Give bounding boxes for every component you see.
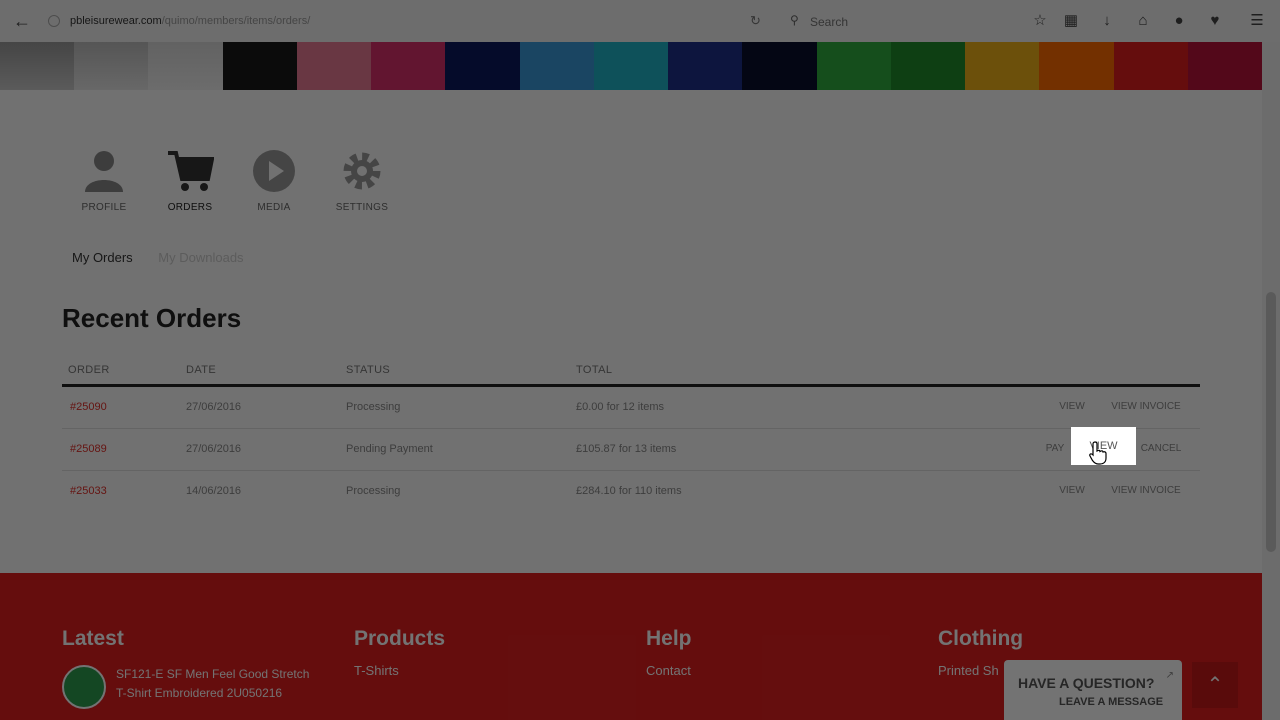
table-row: #25089 27/06/2016 Pending Payment £105.8… [62, 429, 1200, 471]
footer-link-tshirts[interactable]: T-Shirts [354, 663, 445, 678]
pay-order-button[interactable]: PAY [1040, 435, 1070, 463]
chevron-up-icon: ⌃ [1206, 674, 1224, 696]
home-icon[interactable]: ⌂ [1134, 12, 1152, 30]
cancel-order-button[interactable]: CANCEL [1136, 435, 1186, 463]
column-header-order: ORDER [68, 364, 110, 376]
footer-latest: Latest SF121-E SF Men Feel Good Stretch … [62, 627, 316, 709]
orders-subnav: My Orders My Downloads [72, 250, 266, 265]
order-number-link[interactable]: #25089 [70, 443, 107, 455]
page-title: Recent Orders [62, 303, 242, 333]
orders-table: ORDER DATE STATUS TOTAL #25090 27/06/201… [62, 354, 1200, 512]
order-date: 27/06/2016 [186, 443, 242, 455]
reload-icon[interactable]: ↻ [750, 13, 761, 29]
view-order-button[interactable]: VIEW [1054, 477, 1090, 505]
column-header-status: STATUS [346, 364, 391, 376]
table-row: #25033 14/06/2016 Processing £284.10 for… [62, 471, 1200, 512]
latest-product-title: SF121-E SF Men Feel Good Stretch T-Shirt… [116, 667, 310, 700]
footer-heading: Help [646, 627, 692, 650]
column-header-total: TOTAL [576, 364, 613, 376]
order-date: 27/06/2016 [186, 401, 242, 413]
nav-settings[interactable]: SETTINGS [332, 148, 392, 213]
nav-media[interactable]: MEDIA [244, 148, 304, 213]
footer-heading: Clothing [938, 627, 1024, 650]
view-invoice-button[interactable]: VIEW INVOICE [1106, 393, 1186, 421]
hand-cursor-icon [1089, 441, 1107, 470]
view-order-button[interactable]: VIEW [1054, 393, 1090, 421]
back-to-top-button[interactable]: ⌃ [1192, 662, 1238, 708]
order-status: Processing [346, 401, 401, 413]
order-number-link[interactable]: #25090 [70, 401, 107, 413]
download-icon[interactable]: ↓ [1098, 12, 1116, 30]
product-thumbnail [62, 665, 106, 709]
nav-label: MEDIA [257, 202, 291, 213]
table-row: #25090 27/06/2016 Processing £0.00 for 1… [62, 387, 1200, 429]
fabric-banner [0, 42, 1262, 90]
latest-product[interactable]: SF121-E SF Men Feel Good Stretch T-Shirt… [62, 665, 316, 709]
back-arrow-icon[interactable]: ← [12, 11, 32, 31]
footer-heading: Latest [62, 627, 124, 650]
library-icon[interactable]: ▦ [1062, 12, 1080, 30]
nav-label: ORDERS [167, 202, 213, 213]
url-path: /quimo/members/items/orders/ [161, 15, 311, 27]
nav-label: SETTINGS [335, 202, 389, 213]
order-date: 14/06/2016 [186, 485, 242, 497]
site-info-icon[interactable] [48, 15, 60, 27]
order-number-link[interactable]: #25033 [70, 485, 107, 497]
order-total: £0.00 for 12 items [576, 401, 665, 413]
order-status: Pending Payment [346, 443, 433, 455]
nav-profile[interactable]: PROFILE [74, 148, 134, 213]
footer-help: Help Contact [646, 627, 692, 678]
browser-toolbar: ← pbleisurewear.com/quimo/members/items/… [0, 0, 1280, 43]
gear-icon [332, 148, 392, 194]
menu-icon[interactable]: ☰ [1248, 12, 1266, 30]
footer-products: Products T-Shirts [354, 627, 445, 678]
url-bar[interactable]: pbleisurewear.com/quimo/members/items/or… [70, 15, 310, 27]
footer-link-contact[interactable]: Contact [646, 663, 692, 678]
chat-widget[interactable]: HAVE A QUESTION? ↗ LEAVE A MESSAGE [1004, 660, 1182, 720]
page-scrollbar[interactable] [1262, 42, 1280, 720]
scrollbar-thumb[interactable] [1266, 292, 1276, 552]
chat-leave-message[interactable]: LEAVE A MESSAGE [1059, 696, 1163, 708]
user-icon [74, 148, 134, 194]
order-status: Processing [346, 485, 401, 497]
play-icon [244, 148, 304, 194]
nav-label: PROFILE [81, 202, 127, 213]
search-input[interactable] [808, 12, 1002, 32]
cart-icon [160, 148, 220, 194]
table-header: ORDER DATE STATUS TOTAL [62, 354, 1200, 387]
footer-heading: Products [354, 627, 446, 650]
column-header-date: DATE [186, 364, 217, 376]
nav-orders[interactable]: ORDERS [160, 148, 220, 213]
chat-expand-icon[interactable]: ↗ [1166, 670, 1174, 681]
order-total: £105.87 for 13 items [576, 443, 677, 455]
url-domain: pbleisurewear.com [70, 15, 162, 27]
account-content: PROFILE ORDERS MEDIA SETTINGS My Orders … [0, 90, 1262, 573]
chat-icon[interactable]: ● [1170, 12, 1188, 30]
order-total: £284.10 for 110 items [576, 485, 682, 497]
tab-my-orders[interactable]: My Orders [72, 250, 133, 265]
pocket-icon[interactable]: ♥ [1206, 12, 1224, 30]
search-icon: ⚲ [790, 13, 799, 27]
chat-question: HAVE A QUESTION? [1018, 675, 1155, 691]
tab-my-downloads[interactable]: My Downloads [158, 250, 243, 265]
view-invoice-button[interactable]: VIEW INVOICE [1106, 477, 1186, 505]
browser-search[interactable]: ⚲ [782, 8, 1012, 34]
bookmark-star-icon[interactable]: ☆ [1031, 12, 1049, 30]
